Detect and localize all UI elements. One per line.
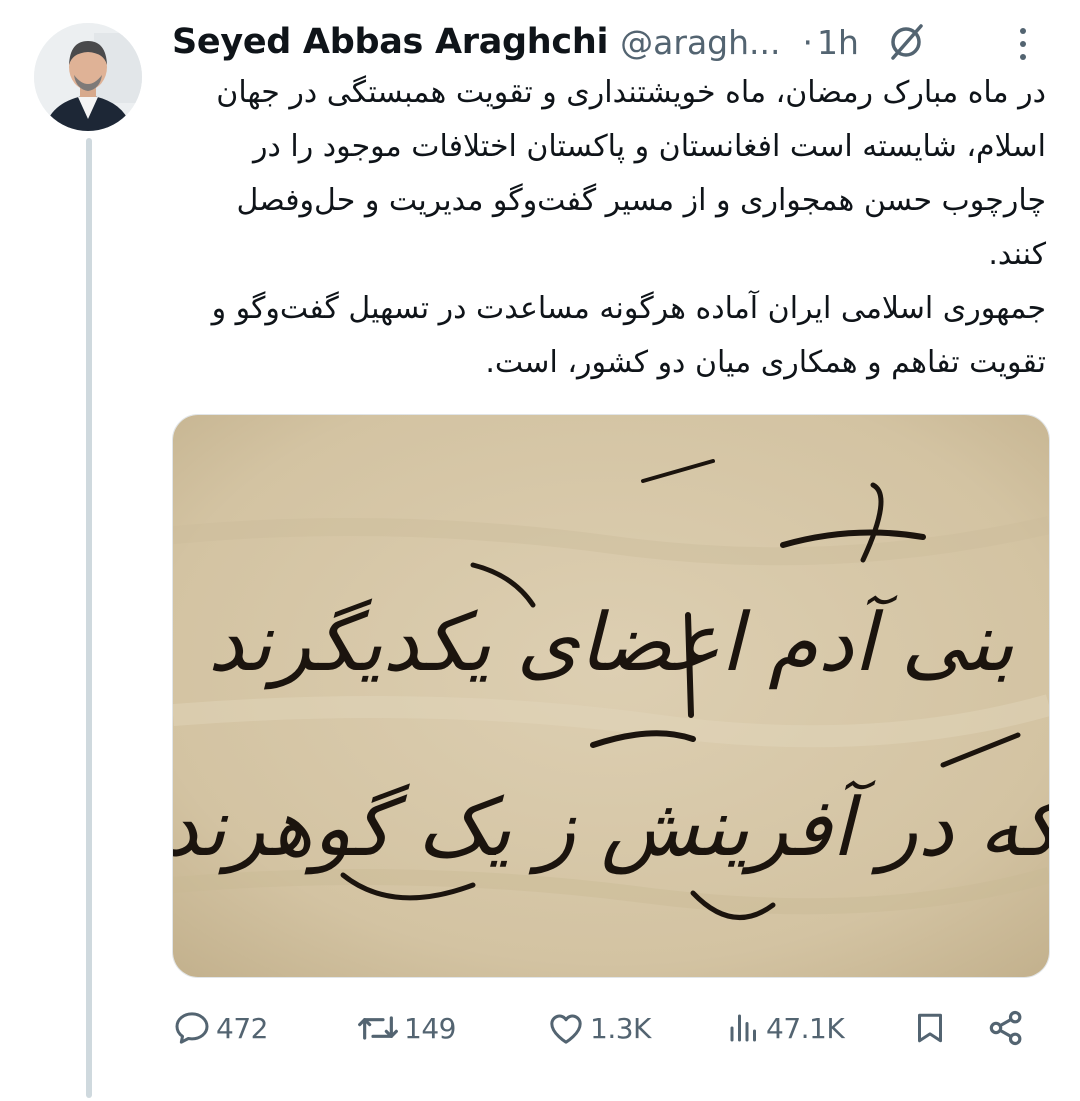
speech-bubble-icon: [175, 1012, 209, 1044]
repost-button[interactable]: 149: [356, 1004, 456, 1052]
repost-count: 149: [404, 1011, 456, 1045]
reply-button[interactable]: 472: [172, 1004, 268, 1052]
reply-count: 472: [216, 1011, 268, 1045]
views-count: 47.1K: [766, 1011, 845, 1045]
author-handle[interactable]: @aragh...: [620, 23, 780, 62]
bookmark-button[interactable]: [912, 1004, 948, 1052]
tweet-paragraph: در ماه مبارک رمضان، ماه خویشتنداری و تقو…: [216, 75, 1046, 272]
separator-dot: ·: [802, 22, 814, 62]
tweet-header: Seyed Abbas Araghchi @aragh... · 1h: [172, 14, 1052, 70]
tweet-actions: 472 149 1.3K 47.1K: [172, 1004, 1048, 1052]
bookmark-icon: [918, 1013, 942, 1043]
timestamp[interactable]: 1h: [817, 23, 859, 62]
repost-arrows-icon: [358, 1016, 398, 1040]
share-icon: [989, 1010, 1022, 1046]
like-button[interactable]: 1.3K: [546, 1004, 651, 1052]
tweet-image[interactable]: بنی آدم اعضای یکدیگرند که در آفرینش ز یک…: [172, 414, 1050, 978]
avatar[interactable]: [34, 23, 142, 131]
views-button[interactable]: 47.1K: [726, 1004, 845, 1052]
like-count: 1.3K: [590, 1011, 651, 1045]
author-name[interactable]: Seyed Abbas Araghchi: [172, 22, 608, 62]
tweet-text: در ماه مبارک رمضان، ماه خویشتنداری و تقو…: [172, 66, 1046, 390]
heart-icon: [550, 1014, 582, 1044]
share-button[interactable]: [986, 1004, 1026, 1052]
bar-chart-icon: [730, 1014, 756, 1042]
thread-line: [86, 138, 92, 1098]
vertical-ellipsis-icon[interactable]: [1010, 22, 1036, 66]
slashed-circle-icon[interactable]: [885, 21, 927, 63]
calligraphy-line-1: بنی آدم اعضای یکدیگرند: [208, 594, 1014, 690]
tweet-paragraph: جمهوری اسلامی ایران آماده هرگونه مساعدت …: [211, 291, 1046, 380]
calligraphy-line-2: که در آفرینش ز یک گوهرند: [173, 779, 1049, 875]
